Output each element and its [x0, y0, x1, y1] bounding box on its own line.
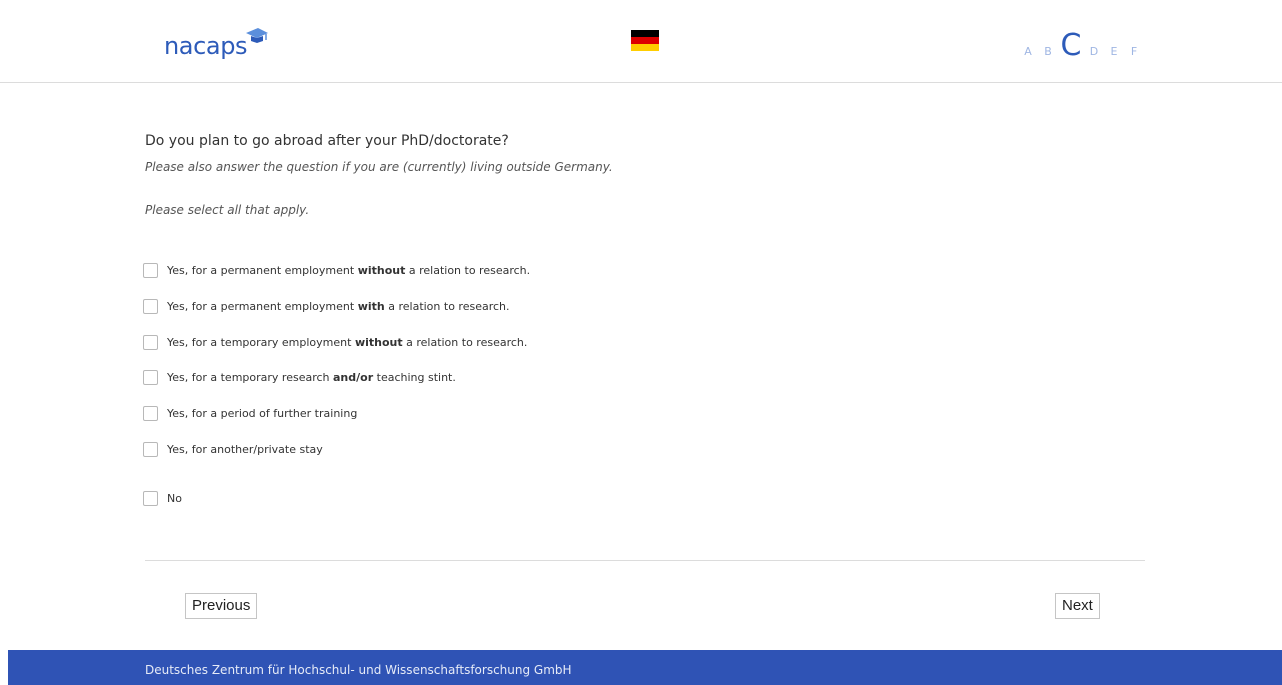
option-temporary-without-research[interactable]: Yes, for a temporary employment without … [143, 332, 527, 352]
step-e: E [1110, 45, 1118, 58]
option-label: Yes, for a permanent employment without … [167, 263, 531, 277]
question-title: Do you plan to go abroad after your PhD/… [145, 133, 509, 149]
option-further-training[interactable]: Yes, for a period of further training [143, 403, 357, 423]
step-a: A [1024, 45, 1032, 58]
option-temporary-research-teaching[interactable]: Yes, for a temporary research and/or tea… [143, 367, 456, 387]
question-instruction: Please select all that apply. [145, 203, 310, 217]
step-d: D [1089, 45, 1099, 58]
option-label: Yes, for another/private stay [167, 442, 323, 456]
checkbox[interactable] [143, 298, 158, 314]
option-label: Yes, for a period of further training [167, 406, 358, 420]
option-no[interactable]: No [143, 488, 182, 508]
step-b: B [1044, 45, 1052, 58]
option-permanent-with-research[interactable]: Yes, for a permanent employment with a r… [143, 296, 510, 316]
logo-text: nacaps [164, 32, 248, 60]
page-footer: Deutsches Zentrum für Hochschul- und Wis… [8, 650, 1282, 685]
question-hint: Please also answer the question if you a… [145, 160, 613, 174]
option-label: No [167, 491, 182, 505]
next-button[interactable]: Next [1055, 593, 1100, 619]
option-label: Yes, for a permanent employment with a r… [167, 299, 510, 313]
checkbox[interactable] [143, 490, 158, 506]
checkbox[interactable] [143, 369, 158, 385]
section-progress: A B C D E F [1018, 26, 1144, 66]
checkbox[interactable] [143, 405, 158, 421]
graduation-cap-icon [246, 28, 268, 43]
option-private-stay[interactable]: Yes, for another/private stay [143, 439, 323, 459]
divider [145, 560, 1145, 561]
footer-text: Deutsches Zentrum für Hochschul- und Wis… [145, 663, 572, 677]
checkbox[interactable] [143, 334, 158, 350]
option-label: Yes, for a temporary employment without … [167, 335, 528, 349]
option-permanent-without-research[interactable]: Yes, for a permanent employment without … [143, 260, 530, 280]
checkbox[interactable] [143, 441, 158, 457]
page-header: nacaps A B C D E F [0, 0, 1282, 83]
german-flag-icon[interactable] [631, 30, 659, 51]
step-c-current: C [1060, 28, 1082, 63]
previous-button[interactable]: Previous [185, 593, 258, 619]
checkbox[interactable] [143, 262, 158, 278]
option-label: Yes, for a temporary research and/or tea… [167, 370, 456, 384]
step-f: F [1130, 45, 1138, 58]
